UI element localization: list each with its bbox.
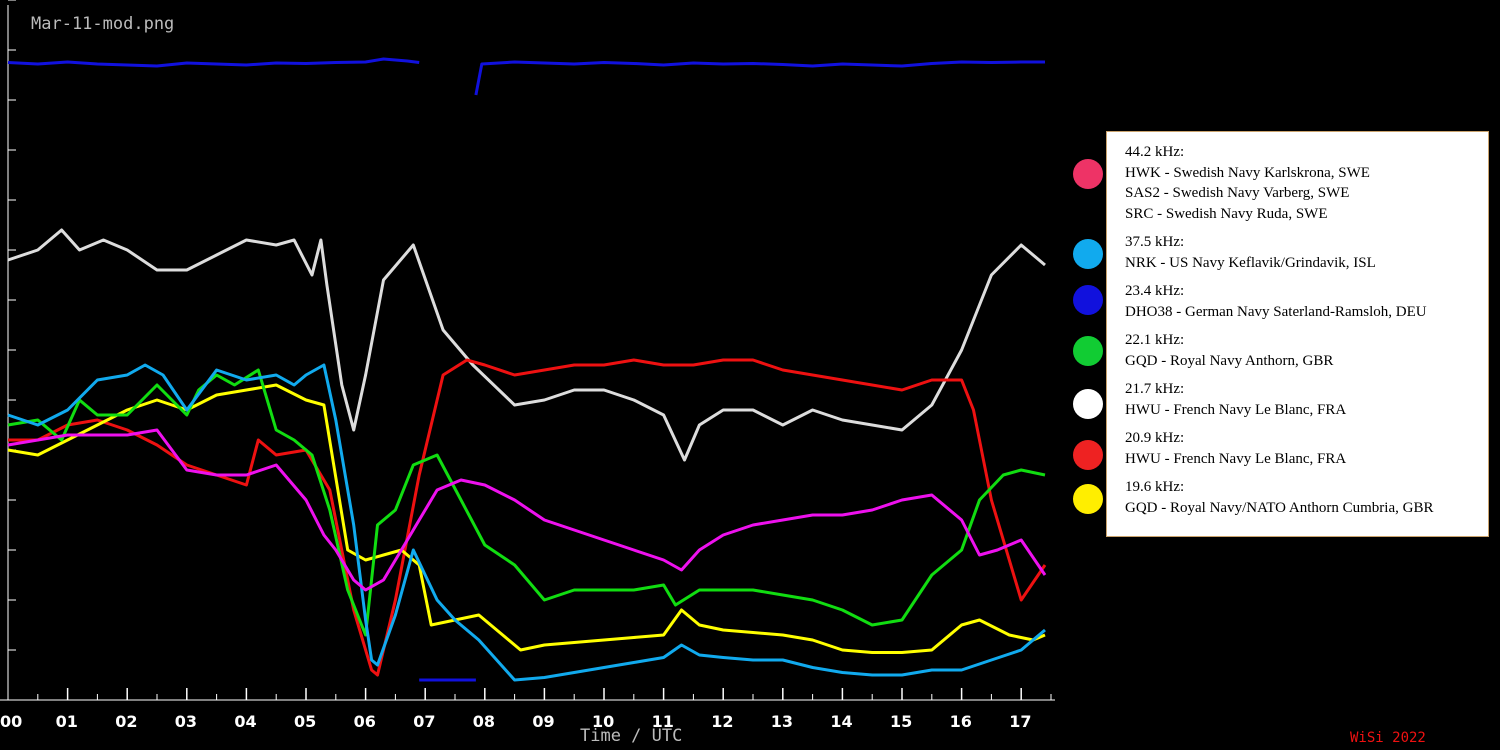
legend-entry-line: 20.9 kHz: — [1125, 430, 1185, 446]
x-tick-label: 16 — [950, 712, 972, 731]
series-line — [7, 383, 1046, 654]
x-tick-label: 05 — [294, 712, 316, 731]
x-tick-label: 08 — [473, 712, 495, 731]
x-tick-label: 03 — [175, 712, 197, 731]
legend-color-dot — [1073, 336, 1103, 366]
series-line — [7, 363, 1046, 682]
legend-entry-line: 23.4 kHz: — [1125, 283, 1185, 299]
x-tick-label: 07 — [413, 712, 435, 731]
legend-color-dot — [1073, 239, 1103, 269]
x-tick-label: 02 — [115, 712, 137, 731]
x-tick-label: 14 — [830, 712, 852, 731]
legend-entry-line: 19.6 kHz: — [1125, 479, 1185, 495]
series-line — [7, 228, 1046, 462]
x-tick-label: 15 — [890, 712, 912, 731]
legend-entry-line: GQD - Royal Navy/NATO Anthorn Cumbria, G… — [1125, 499, 1434, 516]
series-line — [7, 428, 1047, 592]
legend-entry: 21.7 kHz: HWU - French Navy Le Blanc, FRA — [1125, 379, 1488, 420]
x-tick-label: 01 — [56, 712, 78, 731]
legend-entry-line: HWU - French Navy Le Blanc, FRA — [1125, 450, 1347, 467]
series-line — [8, 358, 1047, 677]
x-tick-label: 04 — [234, 712, 256, 731]
x-tick-label: 12 — [711, 712, 733, 731]
legend-entry-line: SRC - Swedish Navy Ruda, SWE — [1125, 205, 1328, 222]
x-tick-label: 09 — [532, 712, 554, 731]
legend-entry-line: 44.2 kHz: — [1125, 144, 1185, 160]
legend-entry: 22.1 kHz: GQD - Royal Navy Anthorn, GBR — [1125, 330, 1488, 371]
legend-entry-line: GQD - Royal Navy Anthorn, GBR — [1125, 352, 1334, 369]
x-tick-label: 13 — [771, 712, 793, 731]
x-axis-title: Time / UTC — [580, 726, 683, 746]
legend-entry: 37.5 kHz: NRK - US Navy Keflavik/Grindavi… — [1125, 232, 1488, 273]
legend-color-dot — [1073, 389, 1103, 419]
legend-entry: 19.6 kHz: GQD - Royal Navy/NATO Anthorn C… — [1125, 477, 1488, 518]
x-tick-label: 17 — [1009, 712, 1031, 731]
series-line — [7, 57, 420, 68]
series-line — [7, 368, 1046, 637]
legend-entry-line: 37.5 kHz: — [1125, 234, 1185, 250]
legend-color-dot — [1073, 484, 1103, 514]
legend-color-dot — [1073, 440, 1103, 470]
legend-entry-line: 22.1 kHz: — [1125, 332, 1185, 348]
legend-entry-line: NRK - US Navy Keflavik/Grindavik, ISL — [1125, 254, 1376, 271]
legend-entry-line: HWK - Swedish Navy Karlskrona, SWE — [1125, 164, 1370, 181]
series-line — [474, 60, 1045, 96]
legend-entry-line: DHO38 - German Navy Saterland-Ramsloh, D… — [1125, 303, 1427, 320]
signature-label: WiSi 2022 — [1350, 730, 1426, 746]
legend-entry-line: SAS2 - Swedish Navy Varberg, SWE — [1125, 185, 1350, 201]
file-name-label: Mar-11-mod.png — [31, 14, 175, 34]
x-tick-label: 06 — [354, 712, 376, 731]
legend-entry: 20.9 kHz: HWU - French Navy Le Blanc, FRA — [1125, 428, 1488, 469]
legend-entry: 44.2 kHz: HWK - Swedish Navy Karlskrona, … — [1125, 142, 1488, 224]
legend-color-dot — [1073, 159, 1103, 189]
legend-entry-line: HWU - French Navy Le Blanc, FRA — [1125, 401, 1347, 418]
legend-entry: 23.4 kHz: DHO38 - German Navy Saterland-R… — [1125, 281, 1488, 322]
legend-entry-line: 21.7 kHz: — [1125, 381, 1185, 397]
x-tick-label: 00 — [0, 712, 22, 731]
series-group — [7, 57, 1047, 682]
legend-color-dot — [1073, 285, 1103, 315]
legend: 44.2 kHz: HWK - Swedish Navy Karlskrona, … — [1106, 131, 1489, 537]
